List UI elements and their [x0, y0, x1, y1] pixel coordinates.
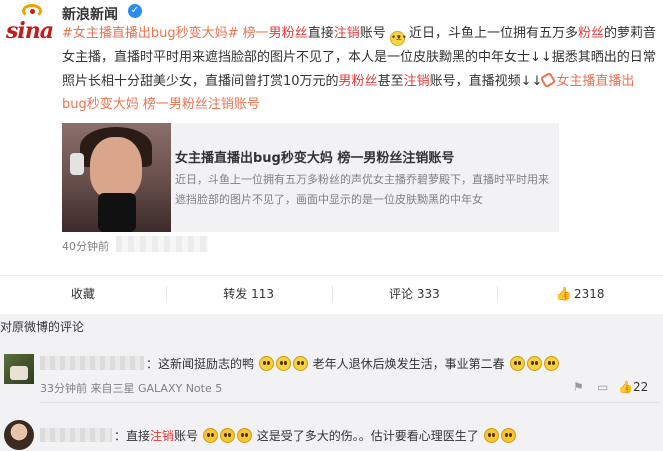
- comment-button[interactable]: 评论 333: [331, 276, 498, 312]
- topic-hashtag[interactable]: #女主播直播出bug秒变大妈# 榜一: [62, 26, 269, 41]
- keyword-cancel[interactable]: 注销: [334, 26, 360, 41]
- crying-emoji-icon: [258, 356, 274, 371]
- report-icon[interactable]: ⚑: [573, 380, 584, 394]
- comment-1-part-b: 老年人退休后焕发生活，事业第二春: [312, 357, 505, 371]
- video-card[interactable]: 女主播直播出bug秒变大妈 榜一男粉丝注销账号 近日，斗鱼上一位拥有五万多粉丝的…: [62, 123, 559, 232]
- commenter-name-blurred[interactable]: [40, 356, 144, 370]
- laughing-emoji-icon: [219, 428, 235, 443]
- repost-label: 转发 113: [223, 287, 274, 301]
- author-name[interactable]: 新浪新闻: [62, 4, 118, 24]
- comment-label: 评论 333: [389, 287, 440, 301]
- collect-label: 收藏: [70, 287, 95, 301]
- post-text: #女主播直播出bug秒变大妈# 榜一男粉丝直接注销账号 •ᴥ• 近日，斗鱼上一位…: [62, 22, 658, 117]
- verified-badge-icon: ✓: [128, 4, 142, 18]
- avatar[interactable]: [4, 420, 34, 450]
- post-body-3: 甚至: [377, 73, 404, 89]
- video-thumbnail[interactable]: [62, 123, 171, 232]
- laughing-emoji-icon: [483, 428, 499, 443]
- card-title[interactable]: 女主播直播出bug秒变大妈 榜一男粉丝注销账号: [175, 147, 454, 166]
- like-button[interactable]: 👍 2318: [497, 276, 663, 312]
- comment-1-part-a: ：这新闻挺励志的鸭: [146, 357, 255, 371]
- comment-like-count: 22: [632, 380, 649, 394]
- repost-button[interactable]: 转发 113: [165, 276, 332, 312]
- post-body-1: 近日，斗鱼上一位拥有五万多: [409, 26, 579, 41]
- comment-1-text: ：这新闻挺励志的鸭 老年人退休后焕发生活，事业第二春: [146, 355, 560, 372]
- comment-2-part-a: ：直接: [114, 429, 151, 443]
- crying-emoji-icon: [509, 356, 525, 371]
- post-text-plain: 账号: [359, 26, 386, 41]
- card-description: 近日，斗鱼上一位拥有五万多粉丝的声优女主播乔碧萝殿下，直播时平时用来遮挡脸部的图…: [175, 173, 549, 206]
- crying-emoji-icon: [292, 356, 308, 371]
- sina-eye-icon: [22, 4, 42, 18]
- commenter-name-blurred[interactable]: [40, 428, 112, 442]
- keyword-cancel-2[interactable]: 注销: [404, 74, 430, 89]
- post-text-plain: 直接: [307, 26, 334, 41]
- post-timestamp[interactable]: 40分钟前: [62, 238, 109, 254]
- thumbs-up-icon: 👍: [555, 287, 572, 302]
- keyword-male-fans[interactable]: 男粉丝: [269, 26, 308, 41]
- comment-like-button[interactable]: 👍22: [618, 380, 648, 394]
- comment-1-meta: 33分钟前 来自三星 GALAXY Note 5: [40, 382, 223, 395]
- thumb-microphone: [98, 193, 136, 232]
- action-bar: 收藏 转发 113 评论 333 👍 2318: [0, 276, 663, 312]
- sina-logo: sina: [6, 4, 58, 44]
- laughing-emoji-icon: [236, 428, 252, 443]
- reply-icon[interactable]: ▭: [597, 380, 608, 394]
- source-blurred: [116, 236, 208, 252]
- keyword-male-fans-2[interactable]: 男粉丝: [339, 74, 378, 89]
- comments-header: 对原微博的评论: [0, 320, 85, 334]
- comment-2-part-b: 账号: [174, 429, 199, 443]
- crying-emoji-icon: [543, 356, 559, 371]
- thumb-face: [90, 137, 142, 199]
- sina-logo-text: sina: [6, 18, 54, 44]
- comment-2-part-c: 这是受了多大的伤。。估计要看心理医生了: [256, 429, 479, 443]
- post-body-4: 账号，直播视频↓↓: [429, 73, 543, 89]
- crying-emoji-icon: [526, 356, 542, 371]
- laughing-emoji-icon: [500, 428, 516, 443]
- laughing-emoji-icon: [202, 428, 218, 443]
- keyword-cancel-3[interactable]: 注销: [150, 429, 174, 443]
- link-icon: [540, 71, 557, 88]
- like-count: 2318: [573, 287, 605, 301]
- keyword-fans[interactable]: 粉丝: [578, 26, 604, 41]
- avatar[interactable]: [4, 354, 34, 384]
- comment-separator: [40, 402, 660, 403]
- doge-emoji-icon: •ᴥ•: [389, 31, 407, 46]
- comment-2-text: ：直接注销账号 这是受了多大的伤。。估计要看心理医生了: [114, 427, 517, 444]
- thumbs-up-icon: 👍: [618, 380, 633, 394]
- crying-emoji-icon: [275, 356, 291, 371]
- collect-button[interactable]: 收藏: [0, 276, 166, 312]
- thumb-headphones: [70, 153, 84, 175]
